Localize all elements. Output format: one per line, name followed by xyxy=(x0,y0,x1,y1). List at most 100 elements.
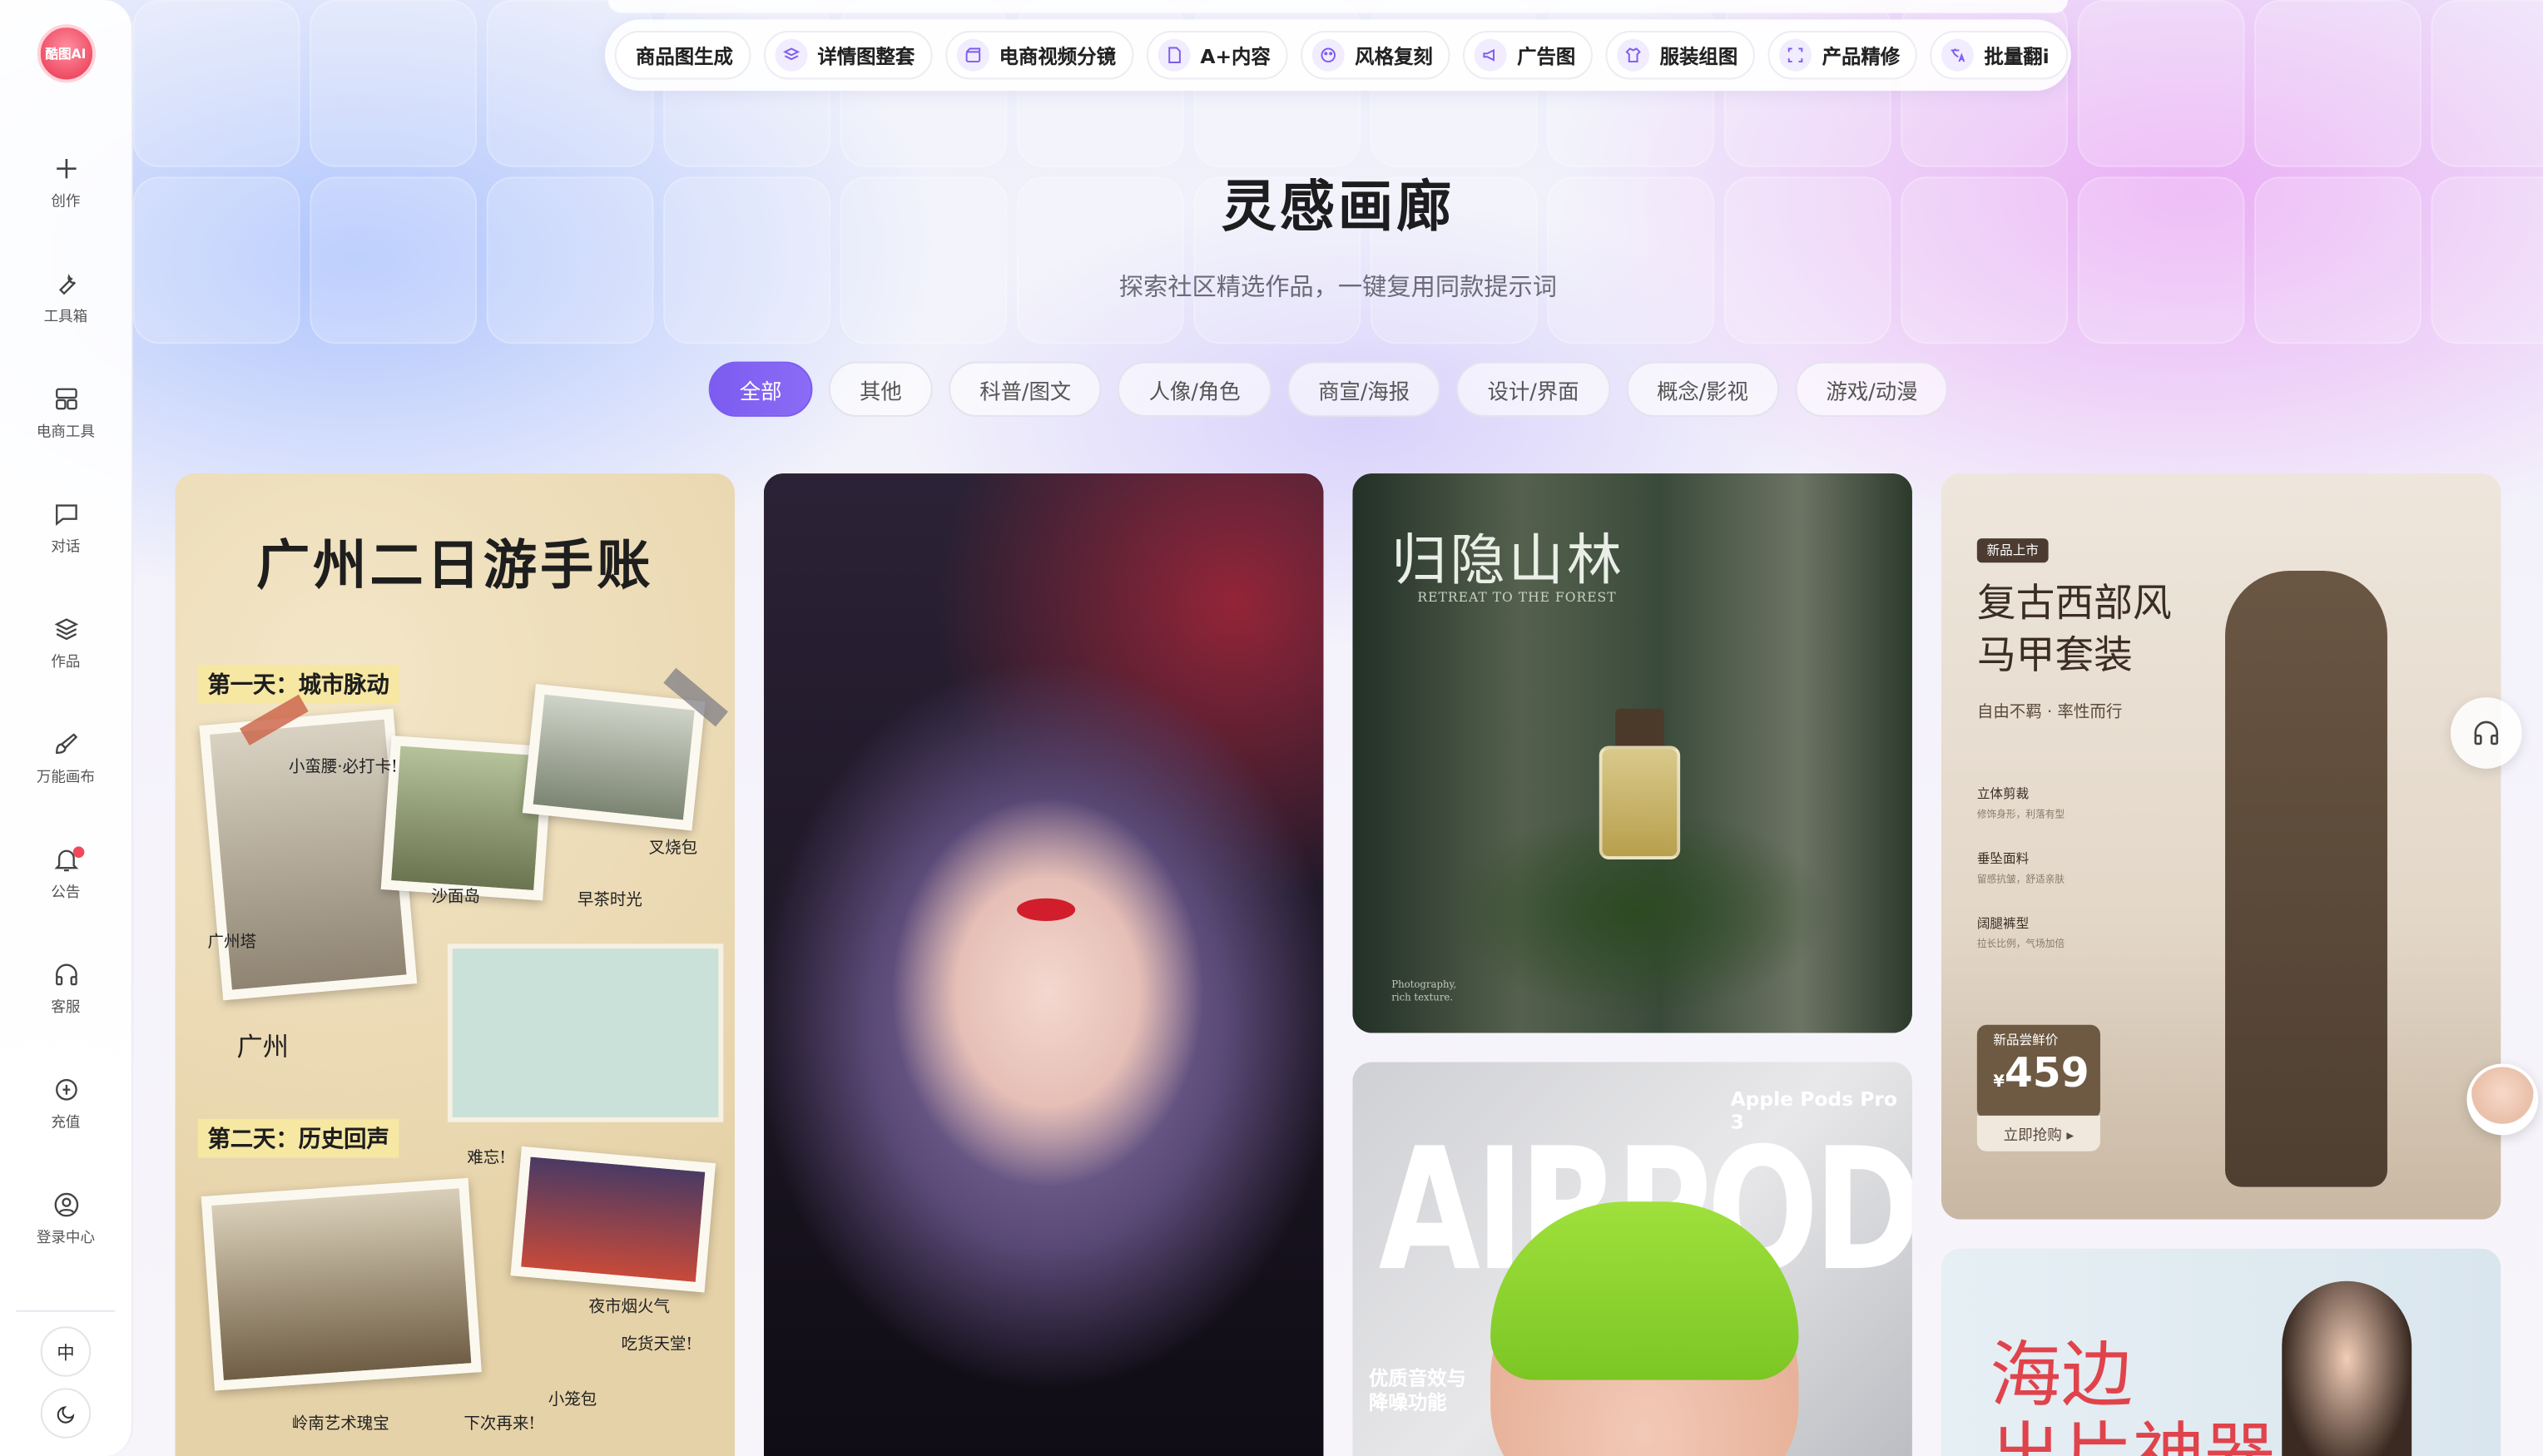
chat-icon xyxy=(55,504,77,526)
filter-design[interactable]: 设计/界面 xyxy=(1456,361,1610,417)
journal-label: 广州塔 xyxy=(207,934,256,953)
sidebar-item-label: 创作 xyxy=(51,194,81,211)
sidebar-item-announcements[interactable]: 公告 xyxy=(17,815,114,930)
palette-icon xyxy=(1312,38,1346,72)
tool-label: 批量翻i xyxy=(1984,44,2050,67)
new-arrival-tag: 新品上市 xyxy=(1976,538,2049,563)
sidebar-item-label: 电商工具 xyxy=(36,424,96,442)
plus-icon xyxy=(56,159,76,179)
tool-product-image[interactable]: 商品图生成 xyxy=(614,31,751,80)
language-label: 中 xyxy=(57,1341,75,1364)
category-filters: 全部 其他 科普/图文 人像/角色 商宣/海报 设计/界面 概念/影视 游戏/动… xyxy=(708,361,1949,417)
tool-a-plus-content[interactable]: A+内容 xyxy=(1147,31,1289,80)
theme-toggle[interactable] xyxy=(40,1388,92,1439)
gallery-card-airpods[interactable]: Apple Pods Pro 3 AIRPODS 优质音效与 降噪功能 xyxy=(1352,1062,1912,1456)
model-figure xyxy=(2225,571,2387,1187)
tool-video-storyboard[interactable]: 电商视频分镜 xyxy=(945,31,1134,80)
sidebar-item-label: 对话 xyxy=(51,540,81,557)
tool-style-replicate[interactable]: 风格复刻 xyxy=(1301,31,1451,80)
feature-desc: 拉长比例，气场加倍 xyxy=(1976,938,2065,951)
sidebar-item-support[interactable]: 客服 xyxy=(17,931,114,1046)
buy-now-button[interactable]: 立即抢购 ▸ xyxy=(1976,1115,2100,1151)
sidebar-item-ecommerce-tools[interactable]: 电商工具 xyxy=(17,355,114,470)
feature-line: 优质音效与 xyxy=(1368,1367,1466,1390)
portrait-lips xyxy=(1017,898,1076,922)
document-icon xyxy=(1157,38,1191,72)
filter-science[interactable]: 科普/图文 xyxy=(949,361,1103,417)
footnote-line: rich texture. xyxy=(1391,992,1454,1004)
journal-map xyxy=(447,943,724,1122)
tool-apparel-set[interactable]: 服装组图 xyxy=(1606,31,1756,80)
sidebar-item-label: 万能画布 xyxy=(36,770,96,787)
page-title: 灵感画廊 xyxy=(1221,175,1455,240)
tool-label: 电商视频分镜 xyxy=(999,44,1117,67)
sidebar-item-label: 登录中心 xyxy=(36,1231,96,1247)
filter-portrait[interactable]: 人像/角色 xyxy=(1118,361,1272,417)
grid-icon xyxy=(55,388,77,410)
tool-label: 商品图生成 xyxy=(636,44,733,67)
tool-batch-translate[interactable]: 批量翻i xyxy=(1931,31,2068,80)
sidebar-item-works[interactable]: 作品 xyxy=(17,586,114,701)
journal-label: 叉烧包 xyxy=(648,839,698,859)
price-label: 新品尝鲜价 xyxy=(1993,1033,2059,1048)
journal-label: 小蛮腰·必打卡! xyxy=(288,759,398,777)
journal-label: 小笼包 xyxy=(548,1391,597,1409)
gallery-card-seaside[interactable]: 海边 出片神器 xyxy=(1941,1248,2501,1456)
tool-ad-image[interactable]: 广告图 xyxy=(1463,31,1594,80)
shirt-icon xyxy=(1617,38,1650,72)
card-airpods-features: 优质音效与 降噪功能 xyxy=(1369,1367,1466,1415)
gallery-card-perfume[interactable]: 归隐山林 RETREAT TO THE FOREST Photography, … xyxy=(1352,473,1912,1033)
floating-support-button[interactable] xyxy=(2450,697,2522,769)
footnote-line: Photography, xyxy=(1391,979,1457,991)
price-value: 459 xyxy=(2004,1049,2089,1097)
sidebar-item-recharge[interactable]: 充值 xyxy=(17,1046,114,1161)
sidebar-item-canvas[interactable]: 万能画布 xyxy=(17,701,114,815)
sidebar-item-create[interactable]: 创作 xyxy=(17,125,114,240)
photo-ancestral-hall xyxy=(201,1177,482,1391)
card-seaside-title: 海边 出片神器 xyxy=(1990,1335,2275,1456)
filter-concept[interactable]: 概念/影视 xyxy=(1626,361,1780,417)
tool-detail-set[interactable]: 详情图整套 xyxy=(764,31,933,80)
journal-label: 难忘! xyxy=(467,1149,507,1168)
crop-icon xyxy=(1779,38,1812,72)
model-figure xyxy=(2282,1280,2412,1456)
brush-icon xyxy=(55,733,77,754)
moon-icon xyxy=(56,1405,74,1423)
gallery-card-journal[interactable]: 广州二日游手账 第一天：城市脉动 小蛮腰·必打卡! 沙面岛 早茶时光 广州塔 叉… xyxy=(175,473,735,1456)
tool-label: 服装组图 xyxy=(1659,44,1738,67)
sidebar-nav: 创作 工具箱 电商工具 对话 作品 万能画布 公告 客服 充值 登录中心 xyxy=(17,125,114,1276)
tool-label: 产品精修 xyxy=(1822,44,1901,67)
filter-poster[interactable]: 商宣/海报 xyxy=(1287,361,1441,417)
filter-game[interactable]: 游戏/动漫 xyxy=(1795,361,1949,417)
logo-text: 酷图AI xyxy=(45,46,87,62)
feature-name: 阔腿裤型 xyxy=(1976,916,2030,931)
feature-line: 降噪功能 xyxy=(1368,1391,1447,1414)
tool-product-retouch[interactable]: 产品精修 xyxy=(1768,31,1918,80)
sidebar-item-toolbox[interactable]: 工具箱 xyxy=(17,240,114,354)
language-toggle[interactable]: 中 xyxy=(40,1326,92,1377)
card-perfume-footnote: Photography, rich texture. xyxy=(1391,979,1456,1005)
gallery-card-fashion[interactable]: 新品上市 复古西部风 马甲套装 自由不羁 · 率性而行 立体剪裁 修饰身形，利落… xyxy=(1941,473,2501,1220)
sidebar-item-chat[interactable]: 对话 xyxy=(17,470,114,585)
sidebar-item-label: 作品 xyxy=(51,655,81,671)
photo-building xyxy=(522,683,706,831)
app-logo[interactable]: 酷图AI xyxy=(36,24,96,83)
ecommerce-toolbar: 商品图生成 详情图整套 电商视频分镜 A+内容 风格复刻 广告图 服装组图 产品… xyxy=(604,19,2071,92)
feature-item: 立体剪裁 修饰身形，利落有型 xyxy=(1977,785,2065,820)
coin-icon xyxy=(55,1078,77,1101)
filter-other[interactable]: 其他 xyxy=(828,361,933,417)
wrench-icon xyxy=(57,274,75,295)
user-icon xyxy=(53,1192,78,1217)
card-fashion-slogan: 自由不羁 · 率性而行 xyxy=(1976,703,2123,722)
sidebar-item-login[interactable]: 登录中心 xyxy=(17,1161,114,1275)
filter-all[interactable]: 全部 xyxy=(708,361,813,417)
photo-night-market xyxy=(510,1146,716,1293)
gallery-card-portrait[interactable] xyxy=(763,473,1324,1456)
card-fashion-title: 复古西部风 马甲套装 xyxy=(1977,577,2172,681)
layers-icon xyxy=(53,618,78,641)
sidebar-item-label: 客服 xyxy=(51,1000,81,1018)
assistant-avatar[interactable] xyxy=(2466,1063,2539,1136)
journal-label: 早茶时光 xyxy=(577,891,642,910)
title-line: 马甲套装 xyxy=(1976,632,2133,678)
tool-label: 详情图整套 xyxy=(817,44,915,67)
